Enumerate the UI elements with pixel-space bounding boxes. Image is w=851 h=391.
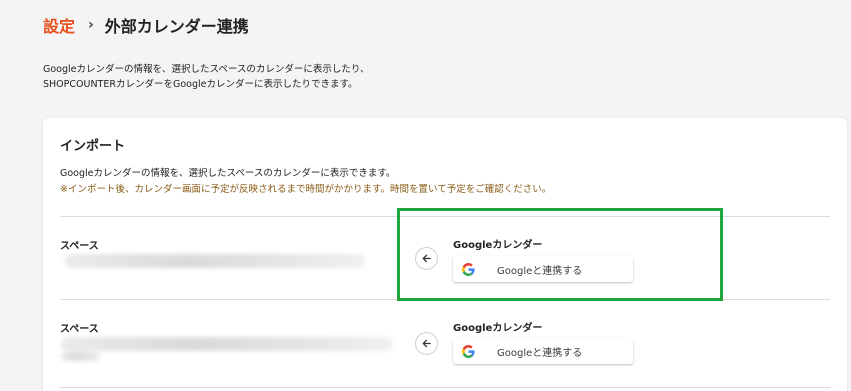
google-connect-button[interactable]: Googleと連携する [453, 338, 633, 364]
space-label: スペース [60, 324, 99, 335]
space-label: スペース [60, 241, 99, 252]
import-title: インポート [60, 139, 126, 154]
import-arrow-button[interactable] [415, 332, 438, 355]
import-desc-text: Googleカレンダーの情報を、選択したスペースのカレンダーに表示できます。 [60, 168, 396, 179]
description-line-2: SHOPCOUNTERカレンダーをGoogleカレンダーに表示したりできます。 [43, 79, 358, 90]
page-description: Googleカレンダーの情報を、選択したスペースのカレンダーに表示したり、 SH… [43, 62, 369, 92]
import-description: Googleカレンダーの情報を、選択したスペースのカレンダーに表示できます。 ※… [60, 166, 551, 198]
chevron-right-icon: › [88, 17, 94, 33]
space-select[interactable] [61, 337, 393, 351]
description-line-1: Googleカレンダーの情報を、選択したスペースのカレンダーに表示したり、 [43, 64, 370, 75]
space-select[interactable] [65, 254, 365, 268]
import-note: ※インポート後、カレンダー画面に予定が反映されるまで時間がかかります。時間を置い… [60, 184, 552, 195]
space-select-extra [61, 351, 101, 361]
divider [60, 387, 830, 388]
google-icon [462, 344, 475, 358]
breadcrumb: 設定 › 外部カレンダー連携 [43, 13, 249, 37]
google-calendar-label: Googleカレンダー [453, 323, 543, 334]
highlight-box [397, 208, 723, 301]
breadcrumb-settings-link[interactable]: 設定 [43, 13, 75, 37]
google-connect-label: Googleと連携する [497, 347, 583, 359]
arrow-left-icon [422, 339, 431, 348]
page-title: 外部カレンダー連携 [104, 17, 249, 36]
